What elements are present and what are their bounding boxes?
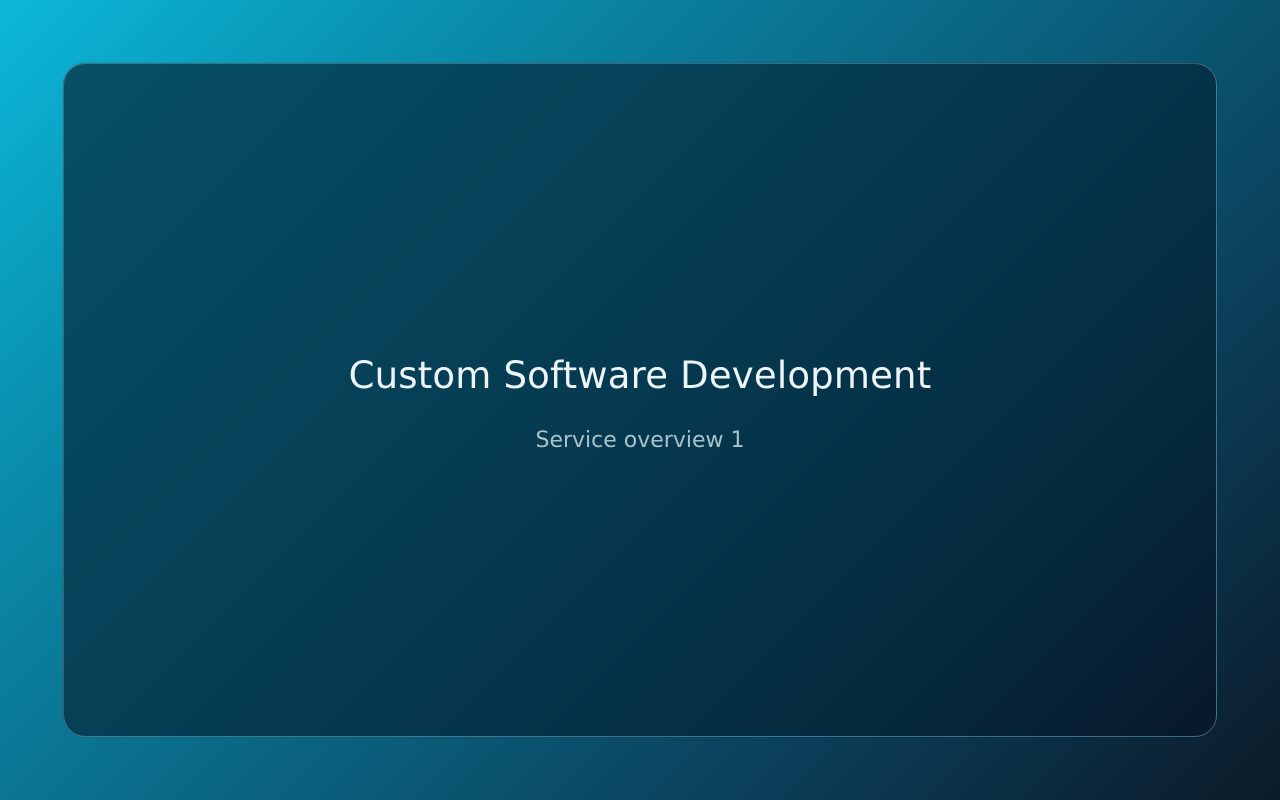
service-title: Custom Software Development	[348, 354, 932, 397]
service-card: Custom Software Development Service over…	[63, 63, 1217, 737]
service-subtitle: Service overview 1	[535, 428, 745, 453]
